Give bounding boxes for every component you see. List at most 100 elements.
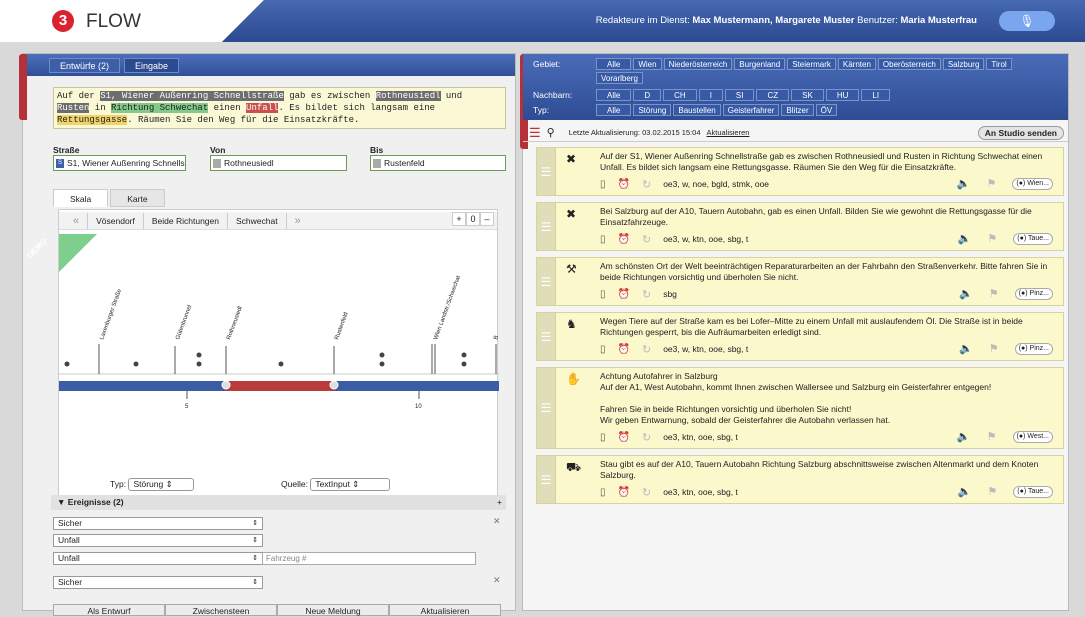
gebiet-1[interactable]: Wien xyxy=(633,58,662,70)
zoom-in-button[interactable]: + xyxy=(452,212,466,226)
tab-map[interactable]: Karte xyxy=(110,189,165,207)
message-editor[interactable]: Auf der S1, Wiener Außenring Schnellstra… xyxy=(53,87,506,129)
document-icon[interactable]: ▯ xyxy=(600,432,606,443)
alarm-clock-icon[interactable]: ⏰ xyxy=(618,179,630,190)
speaker-icon[interactable]: 🔈 xyxy=(957,430,971,443)
flag-icon[interactable]: ⚑ xyxy=(987,430,997,443)
nachbarn-8[interactable]: LI xyxy=(861,89,891,101)
alarm-clock-icon[interactable]: ⏰ xyxy=(618,344,630,355)
document-icon[interactable]: ▯ xyxy=(600,487,606,498)
event-type-select[interactable]: Unfall ⇕ xyxy=(53,534,263,547)
tab-input[interactable]: Eingabe xyxy=(124,57,180,73)
type-select[interactable]: Störung ⇕ xyxy=(128,478,195,491)
prev-icon[interactable]: « xyxy=(65,212,89,229)
repeat-icon[interactable]: ↻ xyxy=(642,431,651,444)
drag-handle-icon[interactable]: ☰ xyxy=(537,203,556,250)
message-card[interactable]: ☰ ⛟ Stau gibt es auf der A10, Tauern Autob… xyxy=(536,455,1064,504)
speaker-icon[interactable]: 🔈 xyxy=(958,232,972,245)
close-icon[interactable]: ✕ xyxy=(493,575,501,586)
zoom-out-button[interactable]: – xyxy=(480,212,494,226)
repeat-icon[interactable]: ↻ xyxy=(642,233,651,246)
road-scale[interactable]: Laxenburger Straße Gütenbrunnel Rothneus… xyxy=(59,254,499,434)
message-card[interactable]: ☰ ⚒ Am schönsten Ort der Welt beeinträchti… xyxy=(536,257,1064,306)
location-pill[interactable]: (●) Wien... xyxy=(1012,177,1053,190)
events-header[interactable]: ▼ Ereignisse (2) + xyxy=(51,495,506,510)
document-icon[interactable]: ▯ xyxy=(600,344,606,355)
nav-from[interactable]: Vösendorf xyxy=(88,212,144,229)
drag-handle-icon[interactable]: ☰ xyxy=(537,258,556,305)
flag-icon[interactable]: ⚑ xyxy=(987,485,997,498)
gebiet-6[interactable]: Oberösterreich xyxy=(877,58,941,70)
typ-2[interactable]: Baustellen xyxy=(673,104,721,116)
drag-handle-icon[interactable]: ☰ xyxy=(537,368,556,448)
alarm-clock-icon[interactable]: ⏰ xyxy=(618,234,630,245)
nav-both-directions[interactable]: Beide Richtungen xyxy=(144,212,228,229)
speaker-icon[interactable]: 🔈 xyxy=(959,342,973,355)
nachbarn-6[interactable]: SK xyxy=(791,89,824,101)
nachbarn-3[interactable]: I xyxy=(698,89,723,101)
road-field[interactable]: S S1, Wiener Außenring Schnells xyxy=(53,155,186,171)
typ-3[interactable]: Geisterfahrer xyxy=(722,104,780,116)
alarm-clock-icon[interactable]: ⏰ xyxy=(618,432,630,443)
nachbarn-2[interactable]: CH xyxy=(663,89,697,101)
document-icon[interactable]: ▯ xyxy=(600,289,606,300)
nachbarn-1[interactable]: D xyxy=(633,89,662,101)
certainty-select[interactable]: Sicher ⇕ xyxy=(53,517,263,530)
send-to-studio-button[interactable]: An Studio senden xyxy=(977,126,1064,140)
tab-scale[interactable]: Skala xyxy=(53,189,109,207)
speaker-icon[interactable]: 🔈 xyxy=(958,485,972,498)
save-draft-button[interactable]: Als Entwurf xyxy=(53,604,165,616)
flag-icon[interactable]: ⚑ xyxy=(987,177,997,190)
drag-handle-icon[interactable]: ☰ xyxy=(537,148,556,195)
gebiet-5[interactable]: Kärnten xyxy=(837,58,876,70)
location-pill[interactable]: (●) West... xyxy=(1012,430,1053,443)
certainty-select-2[interactable]: Sicher ⇕ xyxy=(53,576,263,589)
from-field[interactable]: Rothneusiedl xyxy=(210,155,347,171)
speaker-icon[interactable]: 🔈 xyxy=(959,287,973,300)
repeat-icon[interactable]: ↻ xyxy=(642,178,651,191)
document-icon[interactable]: ▯ xyxy=(600,234,606,245)
message-card[interactable]: ☰ ✖ Bei Salzburg auf der A10, Tauern Autob… xyxy=(536,202,1064,251)
drag-handle-icon[interactable]: ☰ xyxy=(537,313,556,360)
typ-1[interactable]: Störung xyxy=(633,104,672,116)
source-select[interactable]: TextInput ⇕ xyxy=(310,478,391,491)
message-card[interactable]: ☰ ✖ Auf der S1, Wiener Außenring Schnellst… xyxy=(536,147,1064,196)
location-pill[interactable]: (●) Pinz... xyxy=(1014,342,1053,355)
nachbarn-5[interactable]: CZ xyxy=(756,89,790,101)
gebiet-2[interactable]: Niederösterreich xyxy=(663,58,733,70)
add-event-icon[interactable]: + xyxy=(497,495,502,510)
nachbarn-0[interactable]: Alle xyxy=(596,89,632,101)
intermediate-button[interactable]: Zwischensteen xyxy=(165,604,277,616)
repeat-icon[interactable]: ↻ xyxy=(642,343,651,356)
event-subtype-select[interactable]: Unfall ⇕ xyxy=(53,552,263,565)
location-pin-icon[interactable]: ⚲ xyxy=(547,126,555,139)
close-icon[interactable]: ✕ xyxy=(493,516,501,527)
message-card[interactable]: ☰ ✋ Achtung Autofahrer in Salzburg Auf der… xyxy=(536,367,1064,449)
microphone-button[interactable]: 🎙 xyxy=(999,11,1055,31)
refresh-link[interactable]: Aktualisieren xyxy=(707,128,750,137)
alarm-clock-icon[interactable]: ⏰ xyxy=(618,289,630,300)
message-card[interactable]: ☰ ♞ Wegen Tiere auf der Straße kam es bei … xyxy=(536,312,1064,361)
typ-5[interactable]: ÖV xyxy=(815,104,838,116)
drag-handle-icon[interactable]: ☰ xyxy=(537,456,556,503)
vehicle-input[interactable]: Fahrzeug # xyxy=(262,552,476,565)
to-field[interactable]: Rustenfeld xyxy=(370,155,506,171)
segment-start-handle[interactable] xyxy=(221,380,231,390)
next-icon[interactable]: » xyxy=(287,213,309,229)
gebiet-9[interactable]: Vorarlberg xyxy=(596,72,643,84)
document-icon[interactable]: ▯ xyxy=(600,179,606,190)
typ-0[interactable]: Alle xyxy=(596,104,632,116)
location-pill[interactable]: (●) Taue... xyxy=(1013,485,1053,498)
flag-icon[interactable]: ⚑ xyxy=(989,342,999,355)
typ-4[interactable]: Blitzer xyxy=(781,104,814,116)
tab-drafts[interactable]: Entwürfe (2) xyxy=(49,57,121,73)
gebiet-3[interactable]: Burgenland xyxy=(734,58,786,70)
gebiet-0[interactable]: Alle xyxy=(596,58,632,70)
flag-icon[interactable]: ⚑ xyxy=(989,287,999,300)
nachbarn-4[interactable]: SI xyxy=(724,89,755,101)
repeat-icon[interactable]: ↻ xyxy=(642,486,651,499)
menu-icon[interactable]: ☰ xyxy=(529,125,541,141)
alarm-clock-icon[interactable]: ⏰ xyxy=(618,487,630,498)
update-button[interactable]: Aktualisieren xyxy=(389,604,501,616)
segment-end-handle[interactable] xyxy=(329,380,339,390)
